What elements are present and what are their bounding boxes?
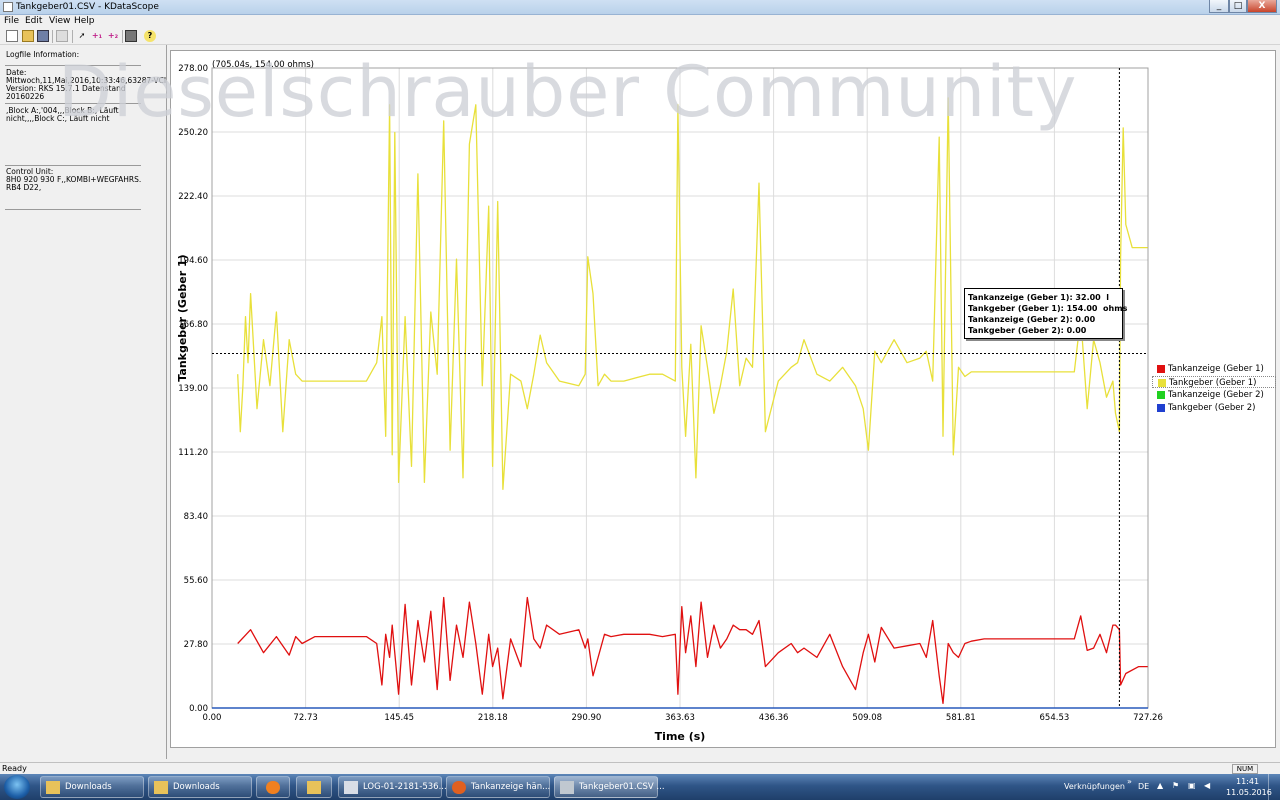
volume-icon[interactable]: ◀ <box>1204 781 1210 791</box>
taskbar-label: LOG-01-2181-536... <box>363 782 447 792</box>
network-icon[interactable]: ▣ <box>1188 781 1196 791</box>
tray-expand-icon[interactable]: » <box>1127 777 1132 787</box>
tray-links[interactable]: Verknüpfungen <box>1064 782 1125 792</box>
legend-item[interactable]: Tankgeber (Geber 1) <box>1152 376 1276 388</box>
x-tick-label: 290.90 <box>572 713 602 723</box>
legend-swatch <box>1158 379 1166 387</box>
media-player-icon <box>266 781 280 794</box>
legend-item[interactable]: Tankanzeige (Geber 2) <box>1152 389 1276 401</box>
action-center-icon[interactable]: ⚑ <box>1172 781 1179 791</box>
tooltip-line: Tankanzeige (Geber 2): 0.00 <box>968 315 1096 324</box>
taskbar-label: Tankanzeige hän... <box>471 782 551 792</box>
x-tick-label: 727.26 <box>1133 713 1163 723</box>
document-icon <box>344 781 358 794</box>
x-tick-label: 581.81 <box>946 713 976 723</box>
x-tick-label: 72.73 <box>293 713 317 723</box>
x-tick-label: 145.45 <box>384 713 414 723</box>
taskbar: Downloads Downloads LOG-01-2181-536... T… <box>0 774 1280 800</box>
y-tick-label: 27.80 <box>184 640 208 650</box>
series-line <box>237 596 1148 705</box>
legend-label: Tankgeber (Geber 2) <box>1168 403 1256 413</box>
taskbar-label: Downloads <box>173 782 220 792</box>
clock-date[interactable]: 11.05.2016 <box>1226 788 1272 798</box>
explorer-icon <box>307 781 321 794</box>
taskbar-button-firefox[interactable]: Tankanzeige hän... <box>446 776 550 798</box>
num-lock-indicator: NUM <box>1232 764 1258 774</box>
y-tick-label: 222.40 <box>178 192 208 202</box>
legend-label: Tankanzeige (Geber 2) <box>1168 390 1264 400</box>
taskbar-button-log-file[interactable]: LOG-01-2181-536... <box>338 776 447 798</box>
x-tick-label: 509.08 <box>852 713 882 723</box>
firefox-icon <box>452 781 466 794</box>
x-tick-label: 363.63 <box>665 713 695 723</box>
x-axis-label: Time (s) <box>655 730 706 743</box>
tooltip-line: Tankgeber (Geber 1): 154.00 ohms <box>968 304 1128 313</box>
taskbar-label: Tankgeber01.CSV ... <box>579 782 665 792</box>
taskbar-button-explorer[interactable] <box>296 776 332 798</box>
taskbar-button-kdatascope[interactable]: Tankgeber01.CSV ... <box>554 776 665 798</box>
start-button[interactable] <box>4 775 30 799</box>
legend-item[interactable]: Tankgeber (Geber 2) <box>1152 402 1276 414</box>
clock-time[interactable]: 11:41 <box>1236 777 1259 787</box>
x-tick-label: 0.00 <box>203 713 222 723</box>
legend-item[interactable]: Tankanzeige (Geber 1) <box>1152 363 1276 375</box>
taskbar-button-media-player[interactable] <box>256 776 290 798</box>
legend-label: Tankanzeige (Geber 1) <box>1168 364 1264 374</box>
y-tick-label: 55.60 <box>184 576 208 586</box>
taskbar-button-downloads[interactable]: Downloads <box>148 776 252 798</box>
tooltip-line: Tankgeber (Geber 2): 0.00 <box>968 326 1087 335</box>
y-axis-label: Tankgeber (Geber 1) <box>176 254 189 381</box>
x-tick-label: 218.18 <box>478 713 508 723</box>
tooltip-line: Tankanzeige (Geber 1): 32.00 l <box>968 293 1110 302</box>
legend-swatch <box>1157 391 1165 399</box>
cursor-tooltip: Tankanzeige (Geber 1): 32.00 l Tankgeber… <box>964 288 1128 339</box>
legend-swatch <box>1157 365 1165 373</box>
folder-icon <box>46 781 60 794</box>
y-tick-label: 139.00 <box>178 384 208 394</box>
taskbar-label: Downloads <box>65 782 112 792</box>
x-tick-label: 654.53 <box>1040 713 1070 723</box>
y-tick-label: 83.40 <box>184 512 208 522</box>
taskbar-button-downloads[interactable]: Downloads <box>40 776 144 798</box>
language-indicator[interactable]: DE <box>1138 782 1149 792</box>
legend-label: Tankgeber (Geber 1) <box>1169 378 1257 388</box>
x-tick-label: 436.36 <box>759 713 789 723</box>
y-tick-label: 111.20 <box>178 448 208 458</box>
tray-show-hidden-icon[interactable]: ▲ <box>1157 781 1163 791</box>
watermark: Dieselschrauber Community <box>58 51 1078 133</box>
show-desktop-button[interactable] <box>1268 774 1280 800</box>
legend-swatch <box>1157 404 1165 412</box>
kdatascope-icon <box>560 781 574 794</box>
folder-icon <box>154 781 168 794</box>
